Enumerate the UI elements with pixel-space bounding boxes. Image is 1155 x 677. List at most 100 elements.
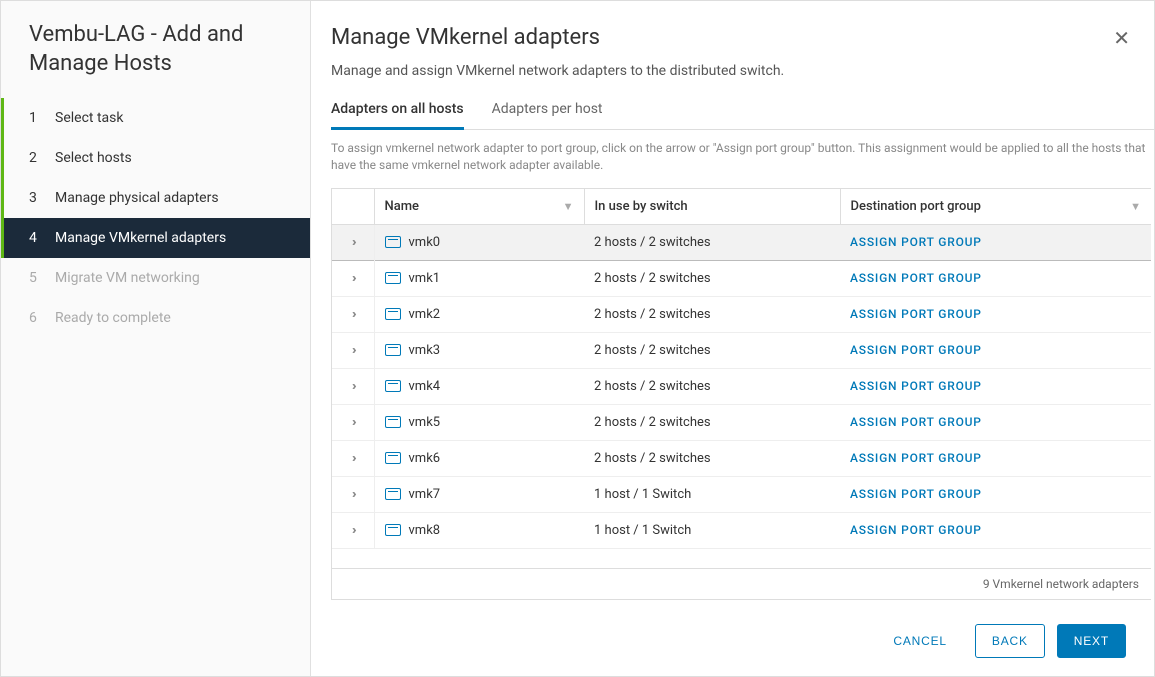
name-cell: vmk3 xyxy=(374,332,584,368)
col-header-dest[interactable]: Destination port group ▼ xyxy=(840,189,1151,225)
wizard-step-label: Select hosts xyxy=(55,150,132,166)
cancel-button[interactable]: CANCEL xyxy=(877,625,962,657)
table-row[interactable]: ›› vmk4 2 hosts / 2 switches ASSIGN PORT GR… xyxy=(332,368,1151,404)
table-row[interactable]: ››vmk22 hosts / 2 switchesASSIGN PORT GR… xyxy=(332,296,1151,332)
inuse-cell: 1 host / 1 Switch xyxy=(584,512,840,548)
filter-icon[interactable]: ▼ xyxy=(563,200,574,213)
dest-cell: ASSIGN PORT GROUP xyxy=(840,368,1151,404)
vmkernel-adapter-icon xyxy=(385,380,401,392)
wizard-step-6: 6Ready to complete xyxy=(1,298,310,338)
next-button[interactable]: NEXT xyxy=(1057,624,1126,658)
tabs: Adapters on all hosts Adapters per host xyxy=(331,93,1154,130)
expand-cell[interactable]: ›› xyxy=(332,440,374,476)
name-cell: vmk5 xyxy=(374,404,584,440)
expand-cell[interactable]: ›› xyxy=(332,296,374,332)
adapters-table-wrapper: Name ▼ In use by switch Destination port xyxy=(331,188,1151,600)
dest-cell: ASSIGN PORT GROUP xyxy=(840,476,1151,512)
wizard-step-5: 5Migrate VM networking xyxy=(1,258,310,298)
dest-cell: ASSIGN PORT GROUP xyxy=(840,224,1151,260)
expand-cell[interactable]: ›› xyxy=(332,476,374,512)
inuse-cell: 1 host / 1 Switch xyxy=(584,476,840,512)
assign-port-group-link[interactable]: ASSIGN PORT GROUP xyxy=(850,235,982,249)
col-header-name[interactable]: Name ▼ xyxy=(374,189,584,225)
inuse-cell: 2 hosts / 2 switches xyxy=(584,260,840,296)
name-cell: vmk2 xyxy=(374,296,584,332)
adapter-name: vmk1 xyxy=(409,271,441,286)
adapters-table: Name ▼ In use by switch Destination port xyxy=(332,189,1151,549)
main-header: Manage VMkernel adapters ✕ xyxy=(311,25,1154,53)
wizard-step-2[interactable]: 2 Select hosts xyxy=(1,138,310,178)
table-row[interactable]: ››vmk32 hosts / 2 switches ASSIGN PORT GR… xyxy=(332,332,1151,368)
wizard-step-number: 2 xyxy=(29,150,41,166)
assign-port-group-link[interactable]: ASSIGN PORT GROUP xyxy=(850,523,982,537)
vmkernel-adapter-icon xyxy=(385,452,401,464)
table-row[interactable]: ››vmk52 hosts / 2 switchesASSIGN PORT GR… xyxy=(332,404,1151,440)
table-spacer xyxy=(332,549,1151,569)
wizard-step-label: Manage VMkernel adapters xyxy=(55,230,226,246)
vmkernel-adapter-icon xyxy=(385,344,401,356)
assign-port-group-link[interactable]: ASSIGN PORT GROUP xyxy=(850,343,982,357)
assign-port-group-link[interactable]: ASSIGN PORT GROUP xyxy=(850,415,982,429)
expand-cell[interactable]: ›› xyxy=(332,512,374,548)
wizard-dialog: Vembu-LAG - Add and Manage Hosts 1Select… xyxy=(0,0,1155,677)
expand-cell[interactable]: ›› xyxy=(332,260,374,296)
wizard-step-label: Migrate VM networking xyxy=(55,270,200,286)
tab-1[interactable]: Adapters per host xyxy=(492,93,603,130)
assign-port-group-link[interactable]: ASSIGN PORT GROUP xyxy=(850,451,982,465)
wizard-main: Manage VMkernel adapters ✕ Manage and as… xyxy=(311,1,1154,676)
expand-cell[interactable]: ›› xyxy=(332,368,374,404)
wizard-step-1[interactable]: 1 Select task xyxy=(1,98,310,138)
assign-port-group-link[interactable]: ASSIGN PORT GROUP xyxy=(850,379,982,393)
assign-port-group-link[interactable]: ASSIGN PORT GROUP xyxy=(850,271,982,285)
assign-port-group-link[interactable]: ASSIGN PORT GROUP xyxy=(850,307,982,321)
vmkernel-adapter-icon xyxy=(385,272,401,284)
filter-icon[interactable]: ▼ xyxy=(1130,200,1141,213)
tab-0[interactable]: Adapters on all hosts xyxy=(331,93,464,130)
page-subtitle: Manage and assign VMkernel network adapt… xyxy=(311,53,1154,93)
adapter-name: vmk7 xyxy=(409,487,441,502)
vmkernel-adapter-icon xyxy=(385,236,401,248)
assign-port-group-link[interactable]: ASSIGN PORT GROUP xyxy=(850,487,982,501)
name-cell: vmk4 xyxy=(374,368,584,404)
dest-cell: ASSIGN PORT GROUP xyxy=(840,512,1151,548)
wizard-sidebar: Vembu-LAG - Add and Manage Hosts 1Select… xyxy=(1,1,311,676)
back-button[interactable]: BACK xyxy=(975,624,1045,658)
wizard-step-number: 6 xyxy=(29,310,41,326)
name-cell: vmk8 xyxy=(374,512,584,548)
table-row[interactable]: ›› vmk6 2 hosts / 2 switches ASSIGN PORT GR… xyxy=(332,440,1151,476)
wizard-step-3[interactable]: 3Manage physical adapters xyxy=(1,178,310,218)
adapter-name: vmk6 xyxy=(409,451,441,466)
wizard-step-4[interactable]: 4Manage VMkernel adapters xyxy=(1,218,310,258)
name-cell: vmk1 xyxy=(374,260,584,296)
adapter-name: vmk4 xyxy=(409,379,441,394)
col-header-name-label: Name xyxy=(385,199,420,214)
table-row[interactable]: ›› vmk81 host / 1 Switch ASSIGN PORT GROUP xyxy=(332,512,1151,548)
table-row[interactable]: ››vmk02 hosts / 2 switchesASSIGN PORT GR… xyxy=(332,224,1151,260)
chevron-right-double-icon: ›› xyxy=(352,307,354,322)
expand-cell[interactable]: ›› xyxy=(332,332,374,368)
chevron-right-double-icon: ›› xyxy=(352,523,354,538)
name-cell: vmk6 xyxy=(374,440,584,476)
chevron-right-double-icon: ›› xyxy=(352,451,354,466)
close-button[interactable]: ✕ xyxy=(1109,25,1134,53)
wizard-step-number: 1 xyxy=(29,110,41,126)
col-header-dest-label: Destination port group xyxy=(851,199,981,214)
wizard-step-label: Manage physical adapters xyxy=(55,190,219,206)
chevron-right-double-icon: ›› xyxy=(352,235,354,250)
inuse-cell: 2 hosts / 2 switches xyxy=(584,440,840,476)
expand-cell[interactable]: ›› xyxy=(332,224,374,260)
dest-cell: ASSIGN PORT GROUP xyxy=(840,332,1151,368)
inuse-cell: 2 hosts / 2 switches xyxy=(584,368,840,404)
dest-cell: ASSIGN PORT GROUP xyxy=(840,440,1151,476)
expand-cell[interactable]: ›› xyxy=(332,404,374,440)
inuse-cell: 2 hosts / 2 switches xyxy=(584,332,840,368)
name-cell: vmk0 xyxy=(374,224,584,260)
adapter-name: vmk2 xyxy=(409,307,441,322)
vmkernel-adapter-icon xyxy=(385,488,401,500)
wizard-step-label: Select task xyxy=(55,110,123,126)
col-header-inuse[interactable]: In use by switch xyxy=(584,189,840,225)
dest-cell: ASSIGN PORT GROUP xyxy=(840,296,1151,332)
table-row[interactable]: ›› vmk1 2 hosts / 2 switches ASSIGN PORT GR… xyxy=(332,260,1151,296)
table-row[interactable]: ›› vmk7 1 host / 1 Switch ASSIGN PORT GROUP xyxy=(332,476,1151,512)
vmkernel-adapter-icon xyxy=(385,416,401,428)
